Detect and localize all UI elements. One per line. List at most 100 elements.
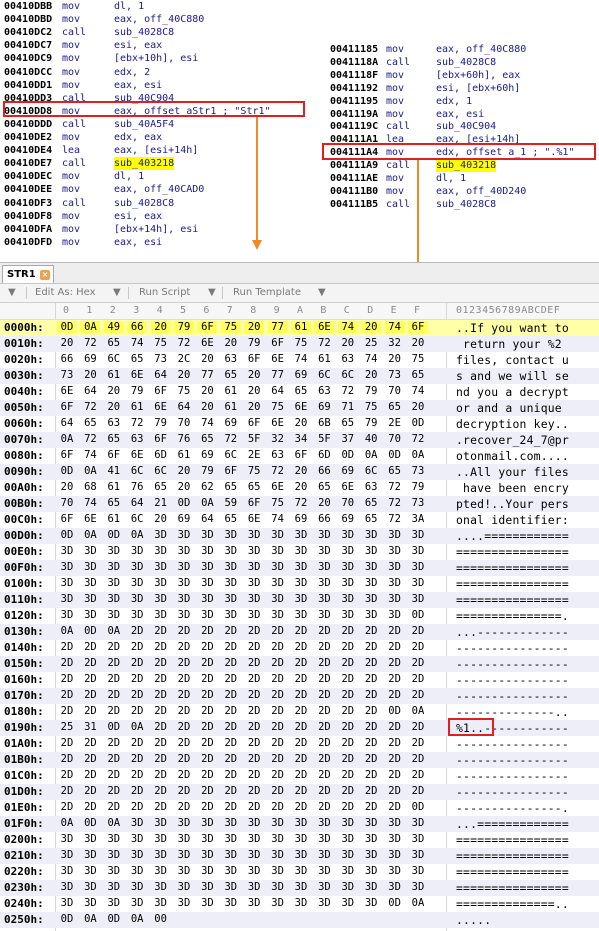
hex-byte[interactable]: 2D [127, 769, 147, 781]
disasm-line[interactable]: 00410DEC mov dl, 1 [4, 170, 314, 183]
hex-byte[interactable]: 62 [197, 481, 217, 493]
ascii-text[interactable]: otonmail.com.... [456, 449, 569, 463]
hex-row[interactable]: 0220h: 3D 3D 3D 3D 3D 3D 3D 3D 3D 3D 3D 3D 3D 3D 3D 3D ==… [0, 864, 599, 880]
hex-byte[interactable]: 3D [268, 545, 288, 557]
ascii-text[interactable]: ...============= [456, 817, 569, 831]
hex-row[interactable]: 0200h: 3D 3D 3D 3D 3D 3D 3D 3D 3D 3D 3D 3D 3D 3D 3D 3D ==… [0, 832, 599, 848]
hex-byte[interactable]: 79 [408, 481, 428, 493]
hex-byte[interactable]: 2D [361, 705, 381, 717]
hex-byte[interactable]: 72 [385, 497, 405, 509]
hex-byte[interactable]: 3D [80, 609, 100, 621]
hex-row[interactable]: 0120h: 3D 3D 3D 3D 3D 3D 3D 3D 3D 3D 3D 3D 3D 3D 3D 0D ==… [0, 608, 599, 624]
hex-byte[interactable]: 3D [151, 577, 171, 589]
hex-byte[interactable]: 20 [291, 481, 311, 493]
hex-byte[interactable]: 2D [291, 737, 311, 749]
hex-byte[interactable]: 2D [104, 769, 124, 781]
hex-byte[interactable]: 69 [291, 513, 311, 525]
disasm-line[interactable]: 00410DF3 call sub_4028C8 [4, 197, 314, 210]
hex-byte[interactable]: 65 [221, 513, 241, 525]
hex-byte[interactable]: 2D [151, 625, 171, 637]
hex-byte[interactable]: 59 [221, 497, 241, 509]
hex-byte[interactable]: 3D [197, 561, 217, 573]
hex-byte[interactable]: 3D [385, 849, 405, 861]
hex-byte[interactable]: 2D [80, 689, 100, 701]
hex-byte[interactable]: 0A [57, 817, 77, 829]
hex-byte[interactable]: 3D [268, 817, 288, 829]
hex-byte[interactable]: 3D [104, 577, 124, 589]
hex-byte[interactable]: 0D [57, 321, 77, 333]
hex-byte[interactable]: 6F [104, 449, 124, 461]
hex-byte[interactable]: 3D [57, 865, 77, 877]
disasm-line[interactable]: 00410DBD mov eax, off_40C880 [4, 13, 314, 26]
hex-byte[interactable]: 64 [268, 385, 288, 397]
hex-byte[interactable]: 2D [127, 625, 147, 637]
disasm-line[interactable]: 00411192 mov esi, [ebx+60h] [330, 82, 598, 95]
hex-byte[interactable]: 6C [361, 465, 381, 477]
hex-byte[interactable]: 65 [291, 385, 311, 397]
hex-byte[interactable]: 2D [408, 769, 428, 781]
hex-byte[interactable]: 2D [361, 753, 381, 765]
hex-byte[interactable]: 3D [197, 609, 217, 621]
hex-byte[interactable]: 3D [197, 529, 217, 541]
hex-byte[interactable]: 2D [244, 641, 264, 653]
ascii-text[interactable]: ..If you want to [456, 321, 569, 335]
hex-byte[interactable]: 3D [151, 833, 171, 845]
ascii-text[interactable]: ---------------- [456, 753, 569, 767]
hex-byte[interactable]: 2D [314, 641, 334, 653]
hex-byte[interactable]: 3D [127, 561, 147, 573]
hex-byte[interactable]: 2D [80, 801, 100, 813]
hex-byte[interactable]: 74 [197, 417, 217, 429]
hex-row[interactable]: 0130h: 0A 0D 0A 2D 2D 2D 2D 2D 2D 2D 2D 2D 2D 2D 2D 2D..… [0, 624, 599, 640]
hex-byte[interactable]: 34 [291, 433, 311, 445]
hex-byte[interactable]: 2D [361, 625, 381, 637]
hex-byte[interactable]: 20 [244, 369, 264, 381]
hex-byte[interactable]: 2D [291, 689, 311, 701]
hex-byte[interactable]: 3D [221, 897, 241, 909]
hex-byte[interactable]: 3D [221, 833, 241, 845]
hex-byte[interactable]: 3D [385, 833, 405, 845]
hex-byte[interactable]: 79 [127, 385, 147, 397]
disasm-line[interactable]: 00410DD1 mov eax, esi [4, 79, 314, 92]
hex-byte[interactable]: 6E [80, 513, 100, 525]
hex-byte[interactable]: 2D [127, 689, 147, 701]
hex-byte[interactable]: 2D [291, 801, 311, 813]
hex-byte[interactable]: 0A [104, 817, 124, 829]
hex-byte[interactable]: 6F [57, 449, 77, 461]
hex-byte[interactable]: 2D [174, 641, 194, 653]
hex-byte[interactable]: 65 [408, 369, 428, 381]
hex-row[interactable]: 01A0h: 2D 2D 2D 2D 2D 2D 2D 2D 2D 2D 2D 2D 2D 2D 2D 2D --… [0, 736, 599, 752]
hex-byte[interactable]: 0A [104, 625, 124, 637]
ascii-text[interactable]: ---------------- [456, 673, 569, 687]
hex-byte[interactable]: 2D [57, 657, 77, 669]
hex-byte[interactable]: 6E [57, 385, 77, 397]
hex-byte[interactable]: 72 [338, 385, 358, 397]
hex-byte[interactable]: 20 [104, 385, 124, 397]
hex-byte[interactable]: 2D [104, 737, 124, 749]
disasm-line[interactable]: 0041119A mov eax, esi [330, 108, 598, 121]
hex-byte[interactable]: 2D [338, 657, 358, 669]
hex-byte[interactable]: 2D [151, 673, 171, 685]
hex-byte[interactable]: 3D [127, 593, 147, 605]
hex-byte[interactable]: 2D [361, 657, 381, 669]
hex-byte[interactable]: 3D [244, 833, 264, 845]
hex-byte[interactable]: 2D [57, 673, 77, 685]
hex-byte[interactable]: 2D [151, 769, 171, 781]
hex-byte[interactable]: 3D [361, 849, 381, 861]
hex-byte[interactable]: 3D [314, 577, 334, 589]
hex-byte[interactable]: 3D [197, 865, 217, 877]
hex-byte[interactable]: 2D [268, 705, 288, 717]
tab-str1[interactable]: STR1 × [2, 265, 54, 283]
hex-byte[interactable]: 20 [57, 337, 77, 349]
hex-byte[interactable]: 3D [291, 833, 311, 845]
disasm-line[interactable]: 00410DE4 lea eax, [esi+14h] [4, 144, 314, 157]
hex-byte[interactable]: 75 [220, 321, 241, 333]
hex-byte[interactable]: 61 [104, 481, 124, 493]
hex-byte[interactable]: 2D [57, 753, 77, 765]
ascii-text[interactable]: ---------------- [456, 657, 569, 671]
hex-byte[interactable]: 3D [151, 529, 171, 541]
disasm-line[interactable]: 0041119C call sub_40C904 [330, 120, 598, 133]
hex-byte[interactable]: 3D [221, 593, 241, 605]
hex-row[interactable]: 0150h: 2D 2D 2D 2D 2D 2D 2D 2D 2D 2D 2D 2D 2D 2D 2D 2D --… [0, 656, 599, 672]
hex-byte[interactable]: 3D [221, 865, 241, 877]
hex-byte[interactable]: 69 [197, 449, 217, 461]
